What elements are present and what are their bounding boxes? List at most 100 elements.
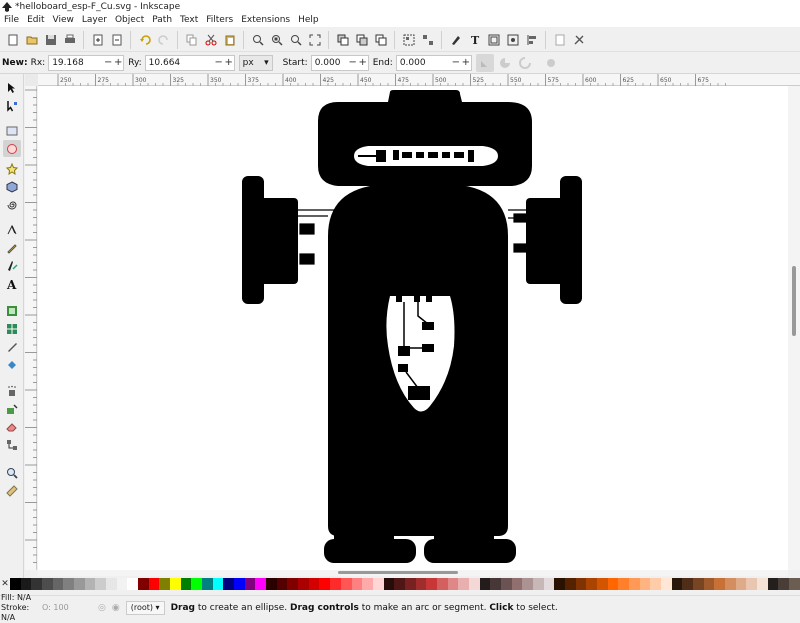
color-swatch[interactable] bbox=[340, 578, 352, 590]
lock-icon[interactable]: ◎ bbox=[98, 603, 106, 613]
color-swatch[interactable] bbox=[319, 578, 331, 590]
color-swatch[interactable] bbox=[106, 578, 117, 590]
color-swatch[interactable] bbox=[650, 578, 661, 590]
color-swatch[interactable] bbox=[618, 578, 629, 590]
menu-object[interactable]: Object bbox=[111, 15, 148, 25]
color-swatch[interactable] bbox=[148, 578, 160, 590]
color-swatch[interactable] bbox=[479, 578, 491, 590]
ry-spinbox[interactable]: 10.664 − + bbox=[144, 54, 235, 71]
cut-icon[interactable] bbox=[202, 31, 220, 49]
color-swatch[interactable] bbox=[682, 578, 693, 590]
color-swatch[interactable] bbox=[212, 578, 224, 590]
save-icon[interactable] bbox=[42, 31, 60, 49]
pcb-drawing[interactable] bbox=[38, 86, 788, 570]
color-swatch[interactable] bbox=[660, 578, 672, 590]
import-icon[interactable] bbox=[89, 31, 107, 49]
text-font-icon[interactable]: T bbox=[466, 31, 484, 49]
rx-value[interactable]: 19.168 bbox=[52, 58, 103, 68]
gradient-tool[interactable] bbox=[3, 302, 21, 319]
mesh-tool[interactable] bbox=[3, 320, 21, 337]
no-color-swatch[interactable]: ✕ bbox=[0, 578, 10, 590]
color-swatch[interactable] bbox=[372, 578, 384, 590]
start-decrement-button[interactable]: − bbox=[348, 57, 358, 68]
color-swatch[interactable] bbox=[255, 578, 267, 590]
horizontal-scrollbar[interactable] bbox=[38, 570, 788, 576]
color-swatch[interactable] bbox=[725, 578, 736, 590]
rx-decrement-button[interactable]: − bbox=[103, 57, 113, 68]
preferences-icon[interactable] bbox=[570, 31, 588, 49]
redo-icon[interactable] bbox=[155, 31, 173, 49]
end-value[interactable]: 0.000 bbox=[400, 58, 451, 68]
zoom-drawing-icon[interactable] bbox=[268, 31, 286, 49]
color-swatch[interactable] bbox=[20, 578, 32, 590]
color-swatch[interactable] bbox=[42, 578, 53, 590]
color-swatch[interactable] bbox=[735, 578, 747, 590]
duplicate-icon[interactable] bbox=[334, 31, 352, 49]
color-swatch[interactable] bbox=[234, 578, 245, 590]
tweak-tool[interactable] bbox=[3, 400, 21, 417]
menu-path[interactable]: Path bbox=[148, 15, 176, 25]
color-swatch[interactable] bbox=[287, 578, 299, 590]
color-swatch[interactable] bbox=[426, 578, 437, 590]
menu-layer[interactable]: Layer bbox=[78, 15, 111, 25]
paste-icon[interactable] bbox=[221, 31, 239, 49]
color-swatch[interactable] bbox=[404, 578, 416, 590]
color-swatch[interactable] bbox=[383, 578, 395, 590]
star-tool[interactable] bbox=[3, 160, 21, 177]
color-swatch[interactable] bbox=[532, 578, 544, 590]
menu-view[interactable]: View bbox=[49, 15, 78, 25]
vertical-ruler[interactable] bbox=[25, 86, 37, 570]
color-swatch[interactable] bbox=[362, 578, 373, 590]
zoom-selection-icon[interactable] bbox=[249, 31, 267, 49]
drawing-canvas[interactable] bbox=[38, 86, 788, 570]
color-swatch[interactable] bbox=[607, 578, 619, 590]
horizontal-scroll-thumb[interactable] bbox=[338, 571, 458, 574]
pencil-tool[interactable] bbox=[3, 239, 21, 256]
ry-decrement-button[interactable]: − bbox=[214, 57, 224, 68]
color-swatch[interactable] bbox=[757, 578, 768, 590]
opacity-value[interactable]: 100 bbox=[53, 603, 68, 612]
ry-value[interactable]: 10.664 bbox=[149, 58, 214, 68]
color-swatch[interactable] bbox=[63, 578, 75, 590]
visibility-icon[interactable]: ◉ bbox=[112, 603, 120, 613]
end-spinbox[interactable]: 0.000 − + bbox=[395, 54, 472, 71]
vertical-scrollbar[interactable] bbox=[788, 86, 800, 570]
selector-tool[interactable] bbox=[3, 79, 21, 96]
measure-tool[interactable] bbox=[3, 482, 21, 499]
color-swatch[interactable] bbox=[586, 578, 597, 590]
color-swatch[interactable] bbox=[554, 578, 565, 590]
color-swatch[interactable] bbox=[298, 578, 309, 590]
color-swatch[interactable] bbox=[767, 578, 779, 590]
start-increment-button[interactable]: + bbox=[358, 57, 368, 68]
color-swatch[interactable] bbox=[180, 578, 192, 590]
dropper-tool[interactable] bbox=[3, 338, 21, 355]
color-swatch[interactable] bbox=[52, 578, 64, 590]
export-icon[interactable] bbox=[108, 31, 126, 49]
open-icon[interactable] bbox=[23, 31, 41, 49]
color-swatch[interactable] bbox=[778, 578, 790, 590]
menu-edit[interactable]: Edit bbox=[23, 15, 48, 25]
group-icon[interactable] bbox=[400, 31, 418, 49]
color-swatch[interactable] bbox=[522, 578, 533, 590]
end-decrement-button[interactable]: − bbox=[451, 57, 461, 68]
color-swatch[interactable] bbox=[10, 578, 21, 590]
color-swatch[interactable] bbox=[116, 578, 128, 590]
color-swatch[interactable] bbox=[639, 578, 651, 590]
opacity-spinbox[interactable]: O: 100 bbox=[42, 603, 92, 612]
calligraphy-tool[interactable] bbox=[3, 257, 21, 274]
layers-icon[interactable] bbox=[485, 31, 503, 49]
print-icon[interactable] bbox=[61, 31, 79, 49]
copy-icon[interactable] bbox=[183, 31, 201, 49]
color-swatch[interactable] bbox=[415, 578, 427, 590]
color-swatch[interactable] bbox=[159, 578, 171, 590]
color-swatch[interactable] bbox=[31, 578, 43, 590]
menu-file[interactable]: File bbox=[0, 15, 23, 25]
zoom-fit-icon[interactable] bbox=[306, 31, 324, 49]
fill-stroke-indicator[interactable]: Fill: N/A Stroke: N/A bbox=[0, 593, 42, 623]
new-document-icon[interactable] bbox=[4, 31, 22, 49]
rx-spinbox[interactable]: 19.168 − + bbox=[48, 54, 125, 71]
color-swatch[interactable] bbox=[746, 578, 758, 590]
start-value[interactable]: 0.000 bbox=[315, 58, 348, 68]
color-swatch[interactable] bbox=[266, 578, 277, 590]
rectangle-tool[interactable] bbox=[3, 122, 21, 139]
